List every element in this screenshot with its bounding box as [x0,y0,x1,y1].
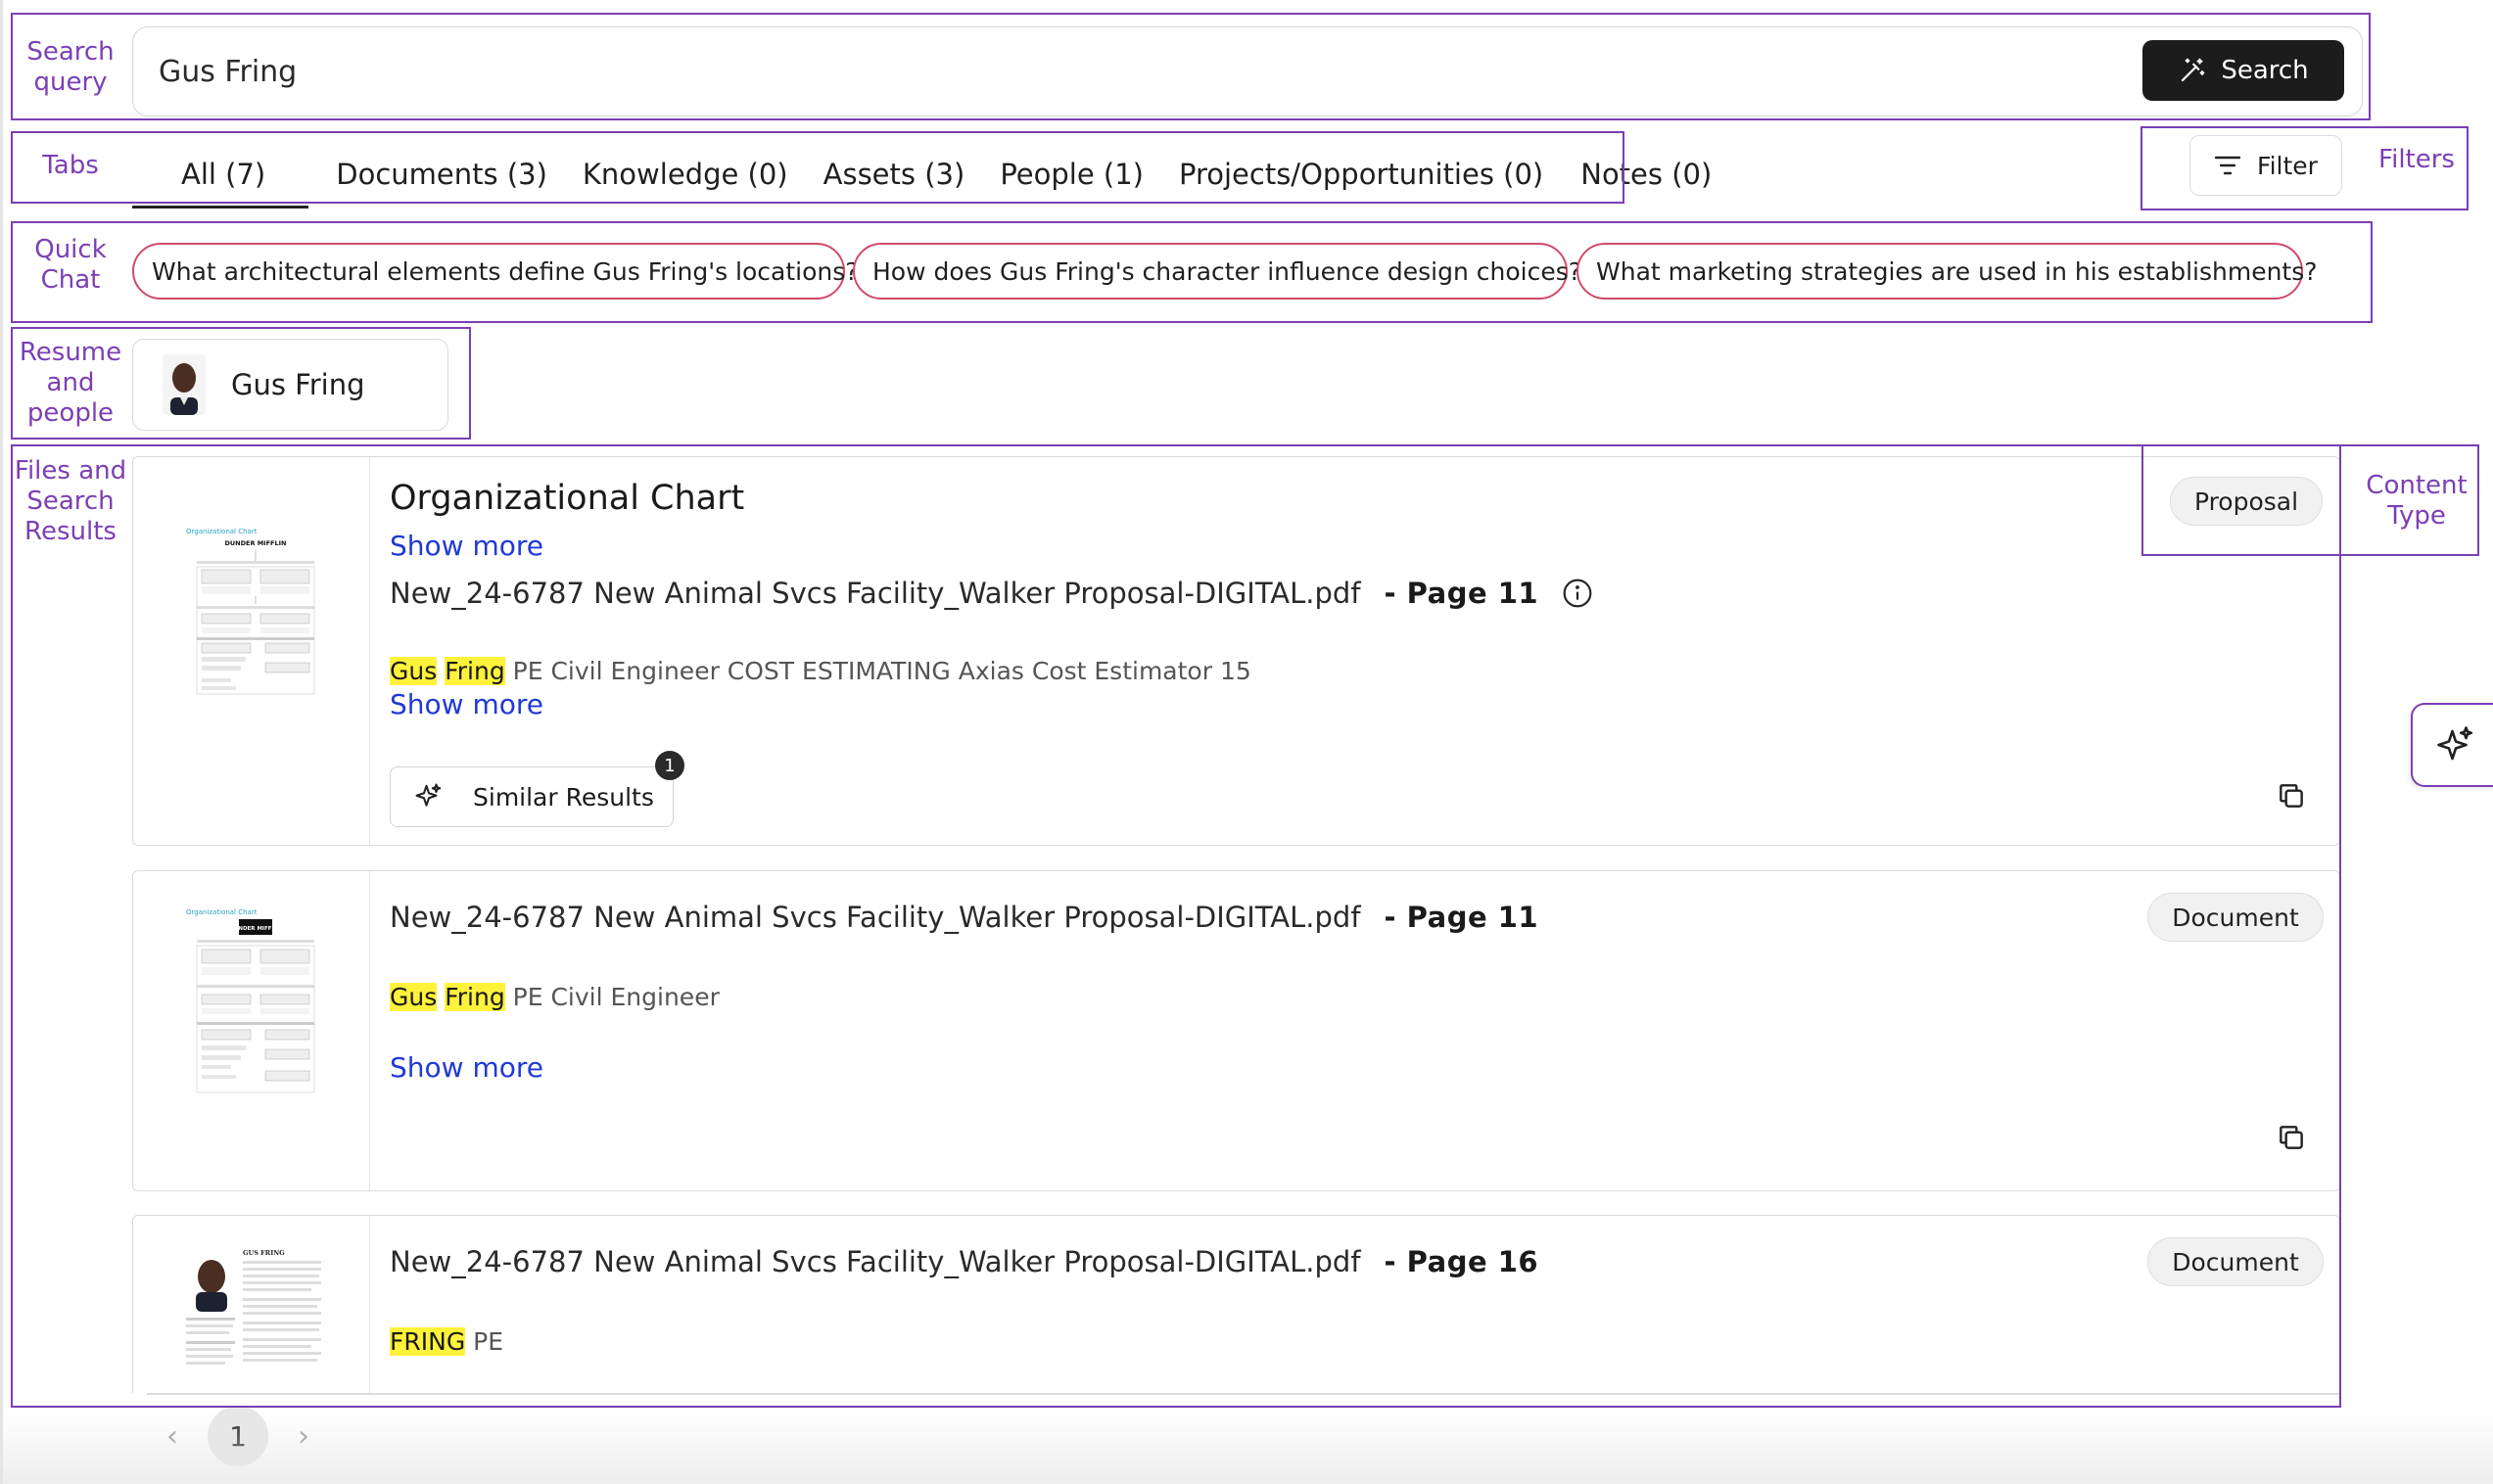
window-edge [0,0,3,1484]
pagination: ‹ 1 › [166,1406,309,1466]
chevron-right-icon[interactable]: › [298,1419,309,1454]
annotation-box-tabs [11,131,1624,204]
annotation-label-resume-people: Resume and people [19,338,122,428]
bottom-shadow [0,1410,2493,1484]
annotation-label-filters: Filters [2378,145,2455,174]
annotation-label-content-type: Content Type [2366,471,2468,531]
annotation-label-files-results: Files and Search Results [14,456,127,546]
annotation-box-search [11,13,2371,120]
annotation-label-tabs: Tabs [42,151,99,180]
active-tab-indicator [132,206,308,209]
annotation-label-quick-chat: Quick Chat [34,235,107,295]
annotation-box-results [11,444,2341,1408]
annotation-label-search-query: Search query [26,37,115,97]
annotation-box-quick-chat [11,221,2373,323]
sparkles-icon [2437,726,2473,761]
page-button-current[interactable]: 1 [208,1406,268,1466]
chevron-left-icon[interactable]: ‹ [166,1419,178,1454]
ai-assistant-button[interactable] [2411,703,2493,787]
